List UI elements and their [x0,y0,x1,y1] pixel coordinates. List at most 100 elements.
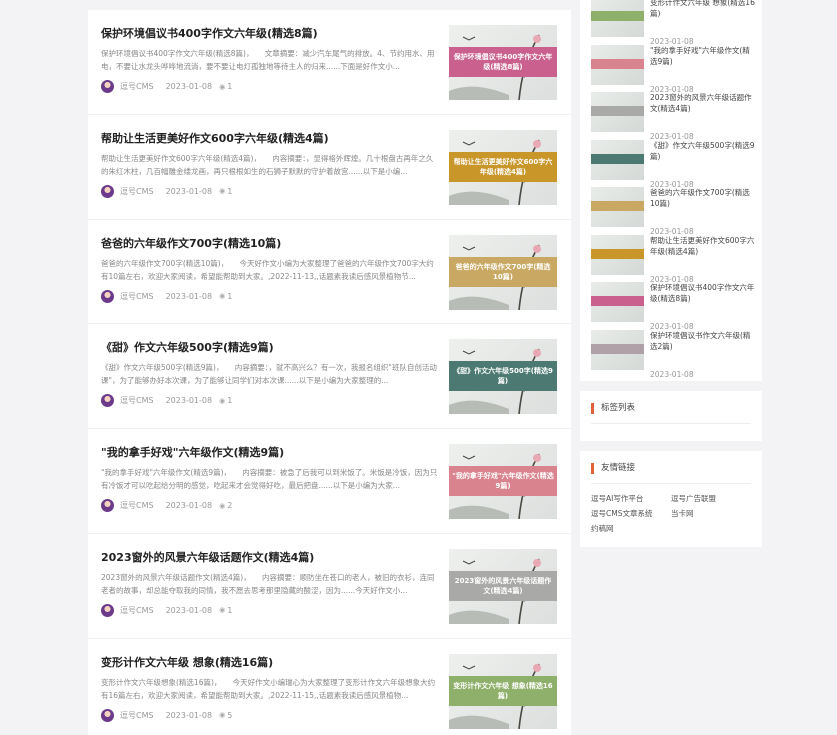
article-views: 1 [227,82,233,91]
sidebar-post-item[interactable]: 保护环境倡议书400字作文六年级(精选8篇) 2023-01-08 [591,282,756,331]
article-excerpt: 《甜》作文六年级500字(精选9篇)， 内容摘要：，就不高兴么？有一次，我报名组… [101,363,437,386]
tags-widget-title: 标签列表 [591,403,635,414]
sidebar-post-thumbnail[interactable] [591,44,644,85]
sidebar-post-thumbnail[interactable] [591,139,644,180]
article-thumbnail[interactable]: 《甜》作文六年级500字(精选9篇) [449,339,557,415]
thumbnail-caption: 保护环境倡议书400字作文六年级(精选8篇) [449,47,557,77]
eye-icon: ◉ [219,82,226,91]
article-item: 《甜》作文六年级500字(精选9篇) 《甜》作文六年级500字(精选9篇)， 内容… [88,324,571,430]
article-author[interactable]: 逗号CMS [120,81,154,92]
article-views: 5 [227,710,233,720]
thumbnail-caption-band [591,296,644,306]
avatar [101,80,114,93]
article-list: 保护环境倡议书400字作文六年级(精选8篇) 保护环境倡议书400字作文六年级(精… [88,10,571,735]
sidebar-post-item[interactable]: 帮助让生活更美好作文600字六年级(精选4篇) 2023-01-08 [591,234,756,284]
sidebar-post-item[interactable]: 保护环境倡议书作文六年级(精选2篇) 2023-01-08 [591,329,756,379]
sidebar-post-thumbnail[interactable] [591,187,644,227]
article-date: 2023-01-08 [165,501,213,511]
article-views: 1 [227,396,233,406]
thumbnail-caption: 帮助让生活更美好作文600字六年级(精选4篇) [449,151,557,182]
thumbnail-caption: "我的拿手好戏"六年级作文(精选9篇) [449,466,557,497]
article-thumbnail[interactable]: 变形计作文六年级 想象(精选16篇) [449,653,557,729]
article-meta: 逗号CMS 2023-01-08 ◉ 1 [101,80,232,93]
article-title[interactable]: 保护环境倡议书400字作文六年级(精选8篇) [101,25,431,41]
avatar [101,289,114,303]
friend-link[interactable]: 约稿网 [591,523,614,534]
article-excerpt: 2023窗外的风景六年级话题作文(精选4篇)， 内容摘要：顺防坐在苍口的老人，被… [101,572,435,595]
article-thumbnail[interactable]: "我的拿手好戏"六年级作文(精选9篇) [449,444,557,520]
article-title[interactable]: 《甜》作文六年级500字(精选9篇) [101,339,431,355]
divider [591,483,751,484]
thumbnail-caption-band [591,58,644,69]
article-author[interactable]: 逗号CMS [120,500,154,511]
sidebar-post-title[interactable]: 爸爸的六年级作文700字(精选10篇) [650,187,756,209]
article-views: 2 [227,501,233,511]
article-author[interactable]: 逗号CMS [120,186,154,197]
article-date: 2023-01-08 [165,291,213,301]
eye-icon: ◉ [219,711,226,720]
eye-icon: ◉ [219,396,226,405]
sidebar-post-title[interactable]: 2023窗外的风景六年级话题作文(精选4篇) [650,92,756,114]
article-item: 保护环境倡议书400字作文六年级(精选8篇) 保护环境倡议书400字作文六年级(精… [88,10,571,115]
article-author[interactable]: 逗号CMS [120,605,154,616]
sidebar-post-item[interactable]: 变形计作文六年级 想象(精选16篇) 2023-01-08 [591,0,756,46]
sidebar-post-item[interactable]: 《甜》作文六年级500字(精选9篇) 2023-01-08 [591,139,756,189]
article-item: 2023窗外的风景六年级话题作文(精选4篇) 2023窗外的风景六年级话题作文(精… [88,534,571,639]
article-meta: 逗号CMS 2023-01-08 ◉ 1 [101,394,233,408]
avatar [101,394,114,408]
thumbnail-caption-band [591,11,644,21]
sidebar-post-item[interactable]: 2023窗外的风景六年级话题作文(精选4篇) 2023-01-08 [591,92,756,141]
article-item: 变形计作文六年级 想象(精选16篇) 变形计作文六年级想象(精选16篇)， 今天好… [88,639,571,735]
article-thumbnail[interactable]: 保护环境倡议书400字作文六年级(精选8篇) [449,25,557,100]
thumbnail-caption: 爸爸的六年级作文700字(精选10篇) [449,256,557,287]
article-meta: 逗号CMS 2023-01-08 ◉ 1 [101,184,232,198]
sidebar-post-title[interactable]: 保护环境倡议书400字作文六年级(精选8篇) [650,282,756,304]
friend-link[interactable]: 逗号CMS文章系统 [591,508,652,519]
article-title[interactable]: 变形计作文六年级 想象(精选16篇) [101,654,431,670]
sidebar-post-item[interactable]: 爸爸的六年级作文700字(精选10篇) 2023-01-08 [591,187,756,236]
avatar [101,708,114,722]
sidebar-post-thumbnail[interactable] [591,0,644,37]
article-author[interactable]: 逗号CMS [120,710,154,721]
tags-widget: 标签列表 [580,391,762,441]
article-date: 2023-01-08 [165,82,213,91]
friend-link[interactable]: 逗号广告联盟 [671,493,716,504]
sidebar-post-thumbnail[interactable] [591,234,644,275]
avatar [101,499,114,513]
thumbnail-caption: 2023窗外的风景六年级话题作文(精选4篇) [449,570,557,601]
thumbnail-caption-band [591,248,644,259]
eye-icon: ◉ [219,606,226,615]
article-author[interactable]: 逗号CMS [120,291,154,302]
avatar [101,603,114,617]
article-excerpt: 帮助让生活更美好作文600字六年级(精选4篇)， 内容摘要：，显得格外辉煌。几十… [101,153,434,176]
article-title[interactable]: 帮助让生活更美好作文600字六年级(精选4篇) [101,130,431,146]
article-title[interactable]: 爸爸的六年级作文700字(精选10篇) [101,235,431,251]
article-thumbnail[interactable]: 爸爸的六年级作文700字(精选10篇) [449,234,557,310]
sidebar-post-thumbnail[interactable] [591,329,644,370]
friend-link[interactable]: 当卡网 [671,508,694,519]
sidebar-post-title[interactable]: 《甜》作文六年级500字(精选9篇) [650,140,756,162]
article-author[interactable]: 逗号CMS [120,395,154,406]
avatar [101,184,114,198]
sidebar-post-item[interactable]: "我的拿手好戏"六年级作文(精选9篇) 2023-01-08 [591,44,756,94]
thumbnail-caption-band [591,201,644,211]
sidebar-post-title[interactable]: 保护环境倡议书作文六年级(精选2篇) [650,330,756,352]
links-widget-title: 友情链接 [591,463,635,474]
article-excerpt: 爸爸的六年级作文700字(精选10篇)， 今天好作文小编为大家整理了爸爸的六年级… [101,258,434,281]
article-thumbnail[interactable]: 帮助让生活更美好作文600字六年级(精选4篇) [449,129,557,205]
eye-icon: ◉ [219,292,226,301]
sidebar-post-thumbnail[interactable] [591,282,644,322]
sidebar-post-date: 2023-01-08 [650,369,694,379]
article-thumbnail[interactable]: 2023窗外的风景六年级话题作文(精选4篇) [449,548,557,624]
friend-link[interactable]: 逗号AI写作平台 [591,493,643,504]
thumbnail-caption-band [591,106,644,116]
article-excerpt: 变形计作文六年级想象(精选16篇)， 今天好作文小编瑞心为大家整理了变形计作文六… [101,677,436,700]
sidebar-post-thumbnail[interactable] [591,92,644,132]
sidebar-post-title[interactable]: 变形计作文六年级 想象(精选16篇) [650,0,756,19]
article-title[interactable]: "我的拿手好戏"六年级作文(精选9篇) [101,444,431,460]
sidebar-post-title[interactable]: "我的拿手好戏"六年级作文(精选9篇) [650,45,756,67]
article-title[interactable]: 2023窗外的风景六年级话题作文(精选4篇) [101,549,431,565]
article-item: 爸爸的六年级作文700字(精选10篇) 爸爸的六年级作文700字(精选10篇)， … [88,220,571,325]
thumbnail-caption-band [591,153,644,164]
sidebar-post-title[interactable]: 帮助让生活更美好作文600字六年级(精选4篇) [650,235,756,257]
